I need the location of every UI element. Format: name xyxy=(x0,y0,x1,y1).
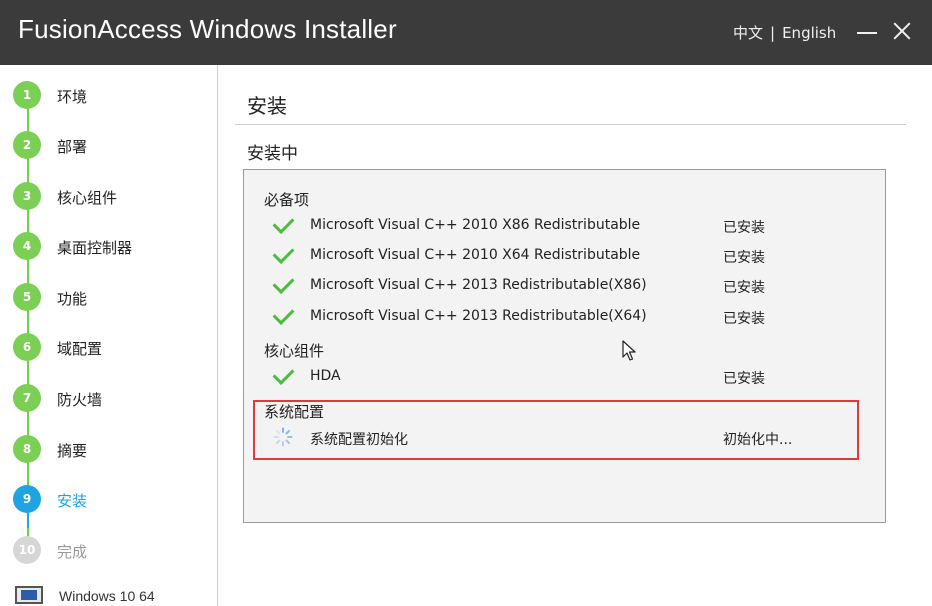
step-label: 摘要 xyxy=(57,442,88,460)
step-desktop-controller: 4 桌面控制器 xyxy=(13,232,213,262)
install-item-name: Microsoft Visual C++ 2010 X64 Redistribu… xyxy=(310,247,641,263)
step-install: 9 安装 xyxy=(13,485,213,515)
step-number-badge: 1 xyxy=(13,81,41,109)
language-english-link[interactable]: English xyxy=(782,24,836,42)
mouse-cursor-icon xyxy=(622,340,636,361)
step-label: 域配置 xyxy=(57,340,103,358)
step-label: 部署 xyxy=(57,138,88,156)
title-bar: FusionAccess Windows Installer 中文 | Englis… xyxy=(0,0,932,65)
install-item-name: Microsoft Visual C++ 2013 Redistributabl… xyxy=(310,277,647,293)
language-chinese-link[interactable]: 中文 xyxy=(733,24,763,42)
step-number-badge: 7 xyxy=(13,384,41,412)
step-domain-config: 6 域配置 xyxy=(13,333,213,363)
check-icon xyxy=(272,212,295,234)
title-divider xyxy=(235,124,906,125)
step-number-badge: 5 xyxy=(13,283,41,311)
os-label: Windows 10 64 xyxy=(59,588,155,604)
monitor-icon xyxy=(15,586,43,604)
install-item-status: 已安装 xyxy=(723,250,765,266)
close-icon[interactable] xyxy=(892,21,912,41)
step-features: 5 功能 xyxy=(13,283,213,313)
step-deployment: 2 部署 xyxy=(13,131,213,161)
step-summary: 8 摘要 xyxy=(13,435,213,465)
step-firewall: 7 防火墙 xyxy=(13,384,213,414)
install-item-status: 已安装 xyxy=(723,311,765,327)
steps-sidebar: 1 环境 2 部署 3 核心组件 4 桌面控制器 5 功能 6 域配置 7 防火… xyxy=(0,65,218,606)
check-icon xyxy=(272,242,295,264)
group-title-prerequisites: 必备项 xyxy=(264,191,310,209)
step-label: 功能 xyxy=(57,290,88,308)
install-item-status: 已安装 xyxy=(723,371,765,387)
step-label: 环境 xyxy=(57,88,88,106)
step-environment: 1 环境 xyxy=(13,81,213,111)
install-item: Microsoft Visual C++ 2013 Redistributabl… xyxy=(270,272,830,297)
step-number-badge: 10 xyxy=(13,536,41,564)
step-label: 核心组件 xyxy=(57,189,118,207)
minimize-icon[interactable] xyxy=(857,32,877,34)
step-number-badge: 3 xyxy=(13,182,41,210)
install-item: Microsoft Visual C++ 2013 Redistributabl… xyxy=(270,303,830,328)
install-item-status: 已安装 xyxy=(723,280,765,296)
progress-timeline xyxy=(27,95,29,541)
step-label: 完成 xyxy=(57,543,88,561)
section-title: 安装中 xyxy=(247,144,298,164)
os-info: Windows 10 64 xyxy=(15,584,215,606)
step-core-components: 3 核心组件 xyxy=(13,182,213,212)
window-title: FusionAccess Windows Installer xyxy=(18,14,397,44)
install-item-name: HDA xyxy=(310,368,341,384)
step-number-badge: 8 xyxy=(13,435,41,463)
language-switcher: 中文 | English xyxy=(733,22,836,43)
step-label: 桌面控制器 xyxy=(57,239,133,257)
language-separator: | xyxy=(770,24,776,42)
step-number-badge: 9 xyxy=(13,485,41,513)
check-icon xyxy=(272,363,295,385)
step-finish: 10 完成 xyxy=(13,536,213,566)
install-item: HDA 已安装 xyxy=(270,363,830,388)
check-icon xyxy=(272,303,295,325)
page-title: 安装 xyxy=(247,94,287,118)
highlight-box xyxy=(253,400,859,460)
install-item-name: Microsoft Visual C++ 2010 X86 Redistribu… xyxy=(310,217,641,233)
install-item-name: Microsoft Visual C++ 2013 Redistributabl… xyxy=(310,308,647,324)
step-label: 安装 xyxy=(57,492,88,510)
install-item: Microsoft Visual C++ 2010 X86 Redistribu… xyxy=(270,212,830,237)
step-label: 防火墙 xyxy=(57,391,103,409)
check-icon xyxy=(272,272,295,294)
step-number-badge: 6 xyxy=(13,333,41,361)
install-item: Microsoft Visual C++ 2010 X64 Redistribu… xyxy=(270,242,830,267)
group-title-core-components: 核心组件 xyxy=(264,342,325,360)
install-item-status: 已安装 xyxy=(723,220,765,236)
step-number-badge: 4 xyxy=(13,232,41,260)
step-number-badge: 2 xyxy=(13,131,41,159)
